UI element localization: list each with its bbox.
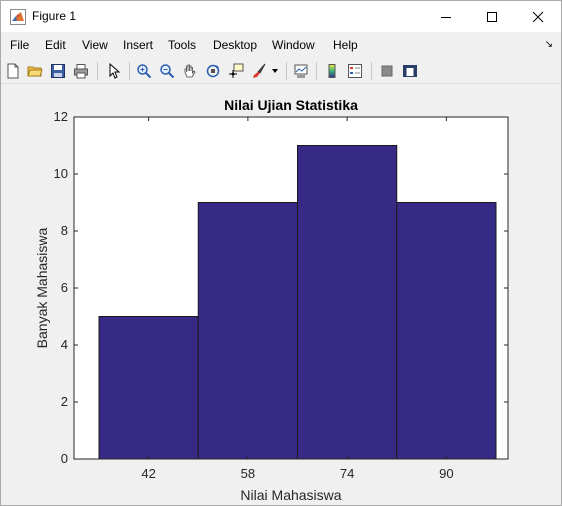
- colorbar-button[interactable]: [322, 61, 342, 81]
- menu-window[interactable]: Window: [272, 38, 315, 52]
- brush-dropdown-button[interactable]: [269, 61, 281, 81]
- legend-button[interactable]: [345, 61, 365, 81]
- x-axis-label: Nilai Mahasiswa: [240, 487, 341, 503]
- pointer-icon: [109, 63, 121, 79]
- toolbar-separator: [316, 62, 317, 80]
- x-tick-label: 74: [340, 466, 354, 481]
- brush-icon: [253, 63, 266, 78]
- zoom-in-button[interactable]: [134, 61, 154, 81]
- minimize-icon: [441, 16, 451, 18]
- chevron-down-icon: [272, 69, 278, 73]
- save-icon: [51, 64, 65, 78]
- brush-button[interactable]: [249, 61, 269, 81]
- print-icon: [74, 64, 88, 79]
- new-figure-icon: [7, 63, 19, 79]
- menu-tools[interactable]: Tools: [168, 38, 196, 52]
- y-tick-label: 0: [61, 451, 68, 466]
- matlab-logo-icon: [10, 9, 26, 25]
- open-button[interactable]: [25, 61, 45, 81]
- window-title: Figure 1: [32, 9, 77, 23]
- dock-arrow-icon[interactable]: ↘: [545, 39, 553, 50]
- menu-desktop[interactable]: Desktop: [213, 38, 257, 52]
- toolbar-separator: [286, 62, 287, 80]
- colorbar-icon: [328, 64, 336, 78]
- close-icon: [532, 11, 544, 22]
- toolbar-separator: [97, 62, 98, 80]
- chart-title: Nilai Ujian Statistika: [224, 97, 358, 113]
- y-axis-label: Banyak Mahasiswa: [34, 227, 50, 348]
- close-button[interactable]: [515, 1, 561, 32]
- y-tick-label: 10: [54, 166, 68, 181]
- menu-insert[interactable]: Insert: [123, 38, 153, 52]
- save-button[interactable]: [48, 61, 68, 81]
- pan-icon: [184, 64, 196, 78]
- figure-toolbar: [1, 58, 561, 84]
- x-tick-label: 58: [241, 466, 255, 481]
- minimize-button[interactable]: [423, 1, 469, 32]
- zoom-in-icon: [137, 64, 152, 79]
- maximize-icon: [487, 11, 497, 22]
- show-plot-tools-button[interactable]: [400, 61, 420, 81]
- title-bar: Figure 1: [1, 1, 561, 32]
- show-plot-tools-icon: [403, 65, 417, 77]
- rotate-button[interactable]: [203, 61, 223, 81]
- data-cursor-button[interactable]: [226, 61, 246, 81]
- print-button[interactable]: [71, 61, 91, 81]
- pan-button[interactable]: [180, 61, 200, 81]
- x-tick-label: 42: [141, 466, 155, 481]
- menu-view[interactable]: View: [82, 38, 108, 52]
- menu-help[interactable]: Help: [333, 38, 358, 52]
- legend-icon: [348, 64, 362, 78]
- histogram-bar: [396, 202, 497, 460]
- link-plot-button[interactable]: [291, 61, 311, 81]
- figure-canvas: 0 2 4 6 8 10 12 42 58 74 90 Nilai Ujian Statistik…: [1, 85, 561, 505]
- y-tick-label: 6: [61, 280, 68, 295]
- y-tick-label: 2: [61, 394, 68, 409]
- hide-plot-tools-icon: [381, 65, 393, 77]
- y-tick-label: 12: [54, 109, 68, 124]
- new-figure-button[interactable]: [3, 61, 23, 81]
- pointer-button[interactable]: [104, 61, 124, 81]
- histogram-bar: [197, 202, 298, 460]
- x-tick-label: 90: [439, 466, 453, 481]
- zoom-out-button[interactable]: [157, 61, 177, 81]
- link-plot-icon: [294, 64, 308, 78]
- histogram-bar: [98, 316, 199, 460]
- histogram-bar: [297, 145, 398, 460]
- menu-edit[interactable]: Edit: [45, 38, 66, 52]
- y-tick-label: 4: [61, 337, 68, 352]
- zoom-out-icon: [160, 64, 175, 79]
- hide-plot-tools-button[interactable]: [377, 61, 397, 81]
- open-icon: [27, 66, 43, 77]
- y-tick-label: 8: [61, 223, 68, 238]
- rotate-3d-icon: [206, 64, 220, 78]
- menu-file[interactable]: File: [10, 38, 29, 52]
- data-cursor-icon: [229, 63, 244, 78]
- toolbar-separator: [371, 62, 372, 80]
- maximize-button[interactable]: [469, 1, 515, 32]
- histogram-chart: 0 2 4 6 8 10 12 42 58 74 90 Nilai Ujian Statistik…: [34, 97, 509, 503]
- toolbar-separator: [129, 62, 130, 80]
- menu-bar: File Edit View Insert Tools Desktop Wind…: [1, 34, 561, 56]
- figure-window: Figure 1 File Edit View Insert Tools Des…: [0, 0, 562, 506]
